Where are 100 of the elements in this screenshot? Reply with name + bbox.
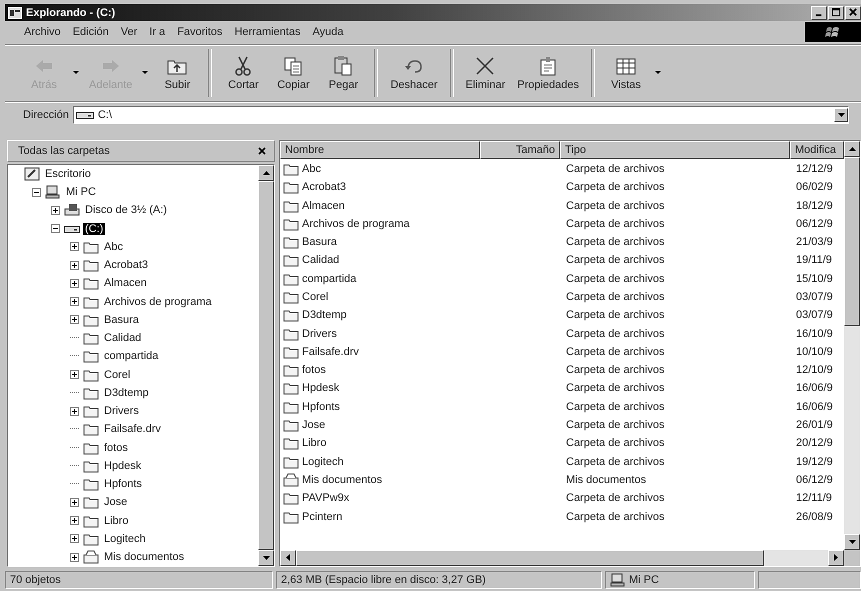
- tree-item[interactable]: compartida: [102, 350, 160, 362]
- file-name[interactable]: Abc: [302, 162, 321, 175]
- file-name[interactable]: Almacen: [302, 200, 345, 212]
- left-arrow-icon[interactable]: [286, 554, 290, 562]
- right-arrow-icon[interactable]: [834, 554, 838, 562]
- address-field[interactable]: C:\: [72, 106, 849, 124]
- minimize-button[interactable]: [811, 6, 827, 20]
- menu-item[interactable]: Archivo: [18, 26, 67, 38]
- column-header[interactable]: Modifica: [790, 140, 844, 159]
- tree-item[interactable]: Calidad: [102, 332, 144, 344]
- collapse-icon[interactable]: [50, 224, 60, 234]
- tree-item[interactable]: Jose: [102, 496, 130, 508]
- file-name[interactable]: Archivos de programa: [302, 218, 410, 230]
- file-name[interactable]: Jose: [302, 419, 326, 432]
- expand-icon[interactable]: [70, 552, 78, 562]
- tree-item[interactable]: Abc: [102, 240, 125, 253]
- up-button[interactable]: Subir: [152, 53, 202, 94]
- file-name[interactable]: Acrobat3: [302, 181, 346, 194]
- status-text: 2,63 MB (Espacio libre en disco: 3,27 GB): [276, 571, 602, 590]
- horizontal-scrollbar[interactable]: [280, 550, 860, 566]
- tree-item[interactable]: Disco de 3½ (A:): [83, 204, 169, 216]
- up-arrow-icon[interactable]: [262, 170, 270, 175]
- expand-icon[interactable]: [70, 406, 78, 416]
- down-arrow-icon[interactable]: [262, 556, 270, 560]
- tree-item[interactable]: Failsafe.drv: [102, 423, 163, 436]
- file-name[interactable]: Pcintern: [302, 510, 342, 523]
- tree-item[interactable]: Almacen: [102, 277, 149, 290]
- file-name[interactable]: PAVPw9x: [302, 492, 350, 504]
- menu-item[interactable]: Ver: [114, 26, 144, 38]
- modified-date: 26/08/9: [796, 510, 833, 523]
- menu-item[interactable]: Ayuda: [306, 26, 350, 38]
- file-name[interactable]: Drivers: [302, 328, 337, 340]
- close-icon[interactable]: [258, 146, 266, 155]
- file-name[interactable]: Hpfonts: [302, 400, 340, 413]
- tree-item[interactable]: Corel: [102, 368, 132, 381]
- tree-item[interactable]: (C:): [83, 222, 106, 235]
- tree-item[interactable]: Hpfonts: [102, 478, 144, 490]
- dropdown-button[interactable]: [834, 108, 848, 122]
- menu-item[interactable]: Favoritos: [171, 26, 228, 38]
- tree-item[interactable]: Mi PC: [64, 186, 98, 198]
- file-name[interactable]: Calidad: [302, 254, 340, 266]
- properties-button[interactable]: Propiedades: [511, 53, 586, 94]
- tree-item[interactable]: Archivos de programa: [102, 296, 214, 308]
- tree-item[interactable]: Escritorio: [43, 168, 93, 180]
- copy-button[interactable]: Copiar: [268, 53, 318, 94]
- tree-item[interactable]: Libro: [102, 514, 130, 527]
- file-name[interactable]: Mis documentos: [302, 474, 382, 486]
- down-arrow-icon[interactable]: [848, 540, 856, 544]
- maximize-button[interactable]: [828, 6, 844, 20]
- tree-item[interactable]: Basura: [102, 314, 141, 326]
- folder-icon: [283, 363, 299, 378]
- cut-button[interactable]: Cortar: [218, 53, 268, 94]
- expand-icon[interactable]: [70, 278, 78, 288]
- column-header[interactable]: Nombre: [280, 140, 480, 159]
- undo-button[interactable]: Deshacer: [384, 53, 444, 94]
- scrollbar[interactable]: [258, 164, 274, 566]
- file-type: Carpeta de archivos: [566, 218, 664, 230]
- expand-icon[interactable]: [70, 297, 78, 306]
- menu-item[interactable]: Ir a: [143, 26, 172, 38]
- tree-item[interactable]: Logitech: [102, 532, 148, 545]
- tree-item[interactable]: D3dtemp: [102, 386, 151, 399]
- views-button[interactable]: Vistas: [601, 53, 652, 94]
- folder-icon: [283, 454, 299, 469]
- expand-icon[interactable]: [70, 534, 78, 544]
- tree-item[interactable]: Acrobat3: [102, 259, 150, 272]
- expand-icon[interactable]: [70, 260, 78, 270]
- window-title: Explorando - (C:): [26, 6, 116, 19]
- paste-button[interactable]: Pegar: [318, 53, 368, 94]
- file-name[interactable]: D3dtemp: [302, 309, 347, 322]
- expand-icon[interactable]: [70, 370, 78, 380]
- file-name[interactable]: Failsafe.drv: [302, 346, 359, 358]
- floppy-drive-icon: [64, 203, 80, 218]
- file-name[interactable]: Logitech: [302, 456, 344, 468]
- file-name[interactable]: Libro: [302, 437, 326, 450]
- modified-date: 21/03/9: [796, 236, 833, 248]
- file-name[interactable]: Basura: [302, 236, 337, 248]
- menu-item[interactable]: Herramientas: [228, 26, 306, 38]
- file-name[interactable]: Hpdesk: [302, 382, 340, 394]
- delete-button[interactable]: Eliminar: [460, 53, 512, 94]
- expand-icon[interactable]: [70, 498, 78, 507]
- column-header[interactable]: Tamaño: [480, 140, 560, 159]
- folder-icon: [283, 272, 299, 286]
- expand-icon[interactable]: [50, 206, 60, 215]
- tree-item[interactable]: Hpdesk: [102, 460, 144, 472]
- tree-item[interactable]: fotos: [102, 442, 130, 454]
- expand-icon[interactable]: [70, 315, 78, 324]
- documents-folder-icon: [283, 472, 299, 487]
- tree-item[interactable]: Drivers: [102, 405, 141, 418]
- tree-item[interactable]: Mis documentos: [102, 551, 186, 564]
- collapse-icon[interactable]: [32, 188, 40, 197]
- file-name[interactable]: compartida: [302, 272, 356, 285]
- scrollbar[interactable]: [844, 140, 860, 550]
- menu-item[interactable]: Edición: [66, 26, 115, 38]
- expand-icon[interactable]: [70, 242, 78, 252]
- file-name[interactable]: fotos: [302, 364, 326, 376]
- expand-icon[interactable]: [70, 516, 78, 526]
- up-arrow-icon[interactable]: [848, 146, 856, 151]
- file-name[interactable]: Corel: [302, 290, 328, 303]
- column-header[interactable]: Tipo: [560, 140, 790, 159]
- close-button[interactable]: [845, 6, 861, 20]
